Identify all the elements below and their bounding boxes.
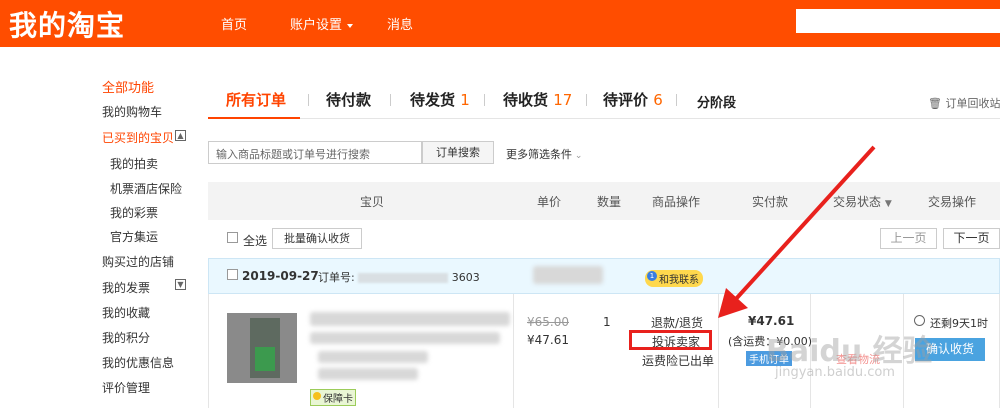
order-search-input[interactable]: 输入商品标题或订单号进行搜索 xyxy=(208,141,422,164)
contact-seller-button[interactable]: 和我联系 xyxy=(645,270,703,287)
quantity: 1 xyxy=(603,315,611,329)
col-item-op: 商品操作 xyxy=(652,195,701,209)
product-title-masked-2 xyxy=(310,332,500,344)
more-filters-toggle[interactable]: 更多筛选条件 ⌄ xyxy=(506,146,582,162)
sidebar-item-coupons[interactable]: 我的优惠信息 xyxy=(102,354,174,371)
batch-confirm-button[interactable]: 批量确认收货 xyxy=(272,228,362,249)
sidebar-item-lottery[interactable]: 我的彩票 xyxy=(110,204,158,221)
time-remaining: 还剩9天1时 xyxy=(930,317,988,330)
highlight-box xyxy=(629,330,712,350)
top-search-input[interactable] xyxy=(796,9,1000,33)
tab-to-receive-label: 待收货 xyxy=(503,91,549,109)
order-number-label: 订单号: xyxy=(318,271,355,284)
col-divider xyxy=(718,294,719,408)
order-number-masked xyxy=(358,273,449,283)
active-tab-underline xyxy=(208,117,300,119)
sidebar-item-favorites[interactable]: 我的收藏 xyxy=(102,304,150,321)
sidebar-all-functions[interactable]: 全部功能 xyxy=(102,77,154,96)
recycle-label: 订单回收站 xyxy=(945,97,1000,110)
chevron-down-icon: ⌄ xyxy=(572,151,583,161)
nav-home[interactable]: 首页 xyxy=(221,14,247,33)
nav-account-label: 账户设置 xyxy=(290,18,343,33)
shop-name-masked xyxy=(533,266,603,284)
recycle-bin-link[interactable]: 🗑 订单回收站 xyxy=(928,95,1000,111)
nav-account-settings[interactable]: 账户设置 xyxy=(290,14,354,33)
col-status-label: 交易状态 xyxy=(833,195,882,209)
sidebar-item-auction[interactable]: 我的拍卖 xyxy=(110,155,158,172)
tab-installment[interactable]: 分阶段 xyxy=(697,92,736,111)
prev-page-button[interactable]: 上一页 xyxy=(880,228,937,249)
sidebar-item-shipping[interactable]: 官方集运 xyxy=(110,228,158,245)
order-number: 订单号: 3603 xyxy=(318,269,480,285)
col-trade-op: 交易操作 xyxy=(928,195,977,209)
tab-divider xyxy=(308,94,309,106)
tab-divider xyxy=(676,94,677,106)
tab-divider xyxy=(484,94,485,106)
shipping-insurance-link[interactable]: 运费险已出单 xyxy=(642,352,714,369)
unit-price: ¥47.61 xyxy=(527,333,569,347)
col-paid: 实付款 xyxy=(752,195,789,209)
tab-to-review-label: 待评价 xyxy=(603,91,649,109)
tab-to-ship-label: 待发货 xyxy=(410,91,456,109)
trash-icon: 🗑 xyxy=(928,97,942,110)
order-number-tail: 3603 xyxy=(451,271,480,284)
refund-link[interactable]: 退款/退货 xyxy=(651,314,703,331)
expand-icon[interactable]: ▼ xyxy=(175,279,186,290)
col-status[interactable]: 交易状态 ▼ xyxy=(833,193,892,210)
tab-to-ship-count: 1 xyxy=(460,91,470,109)
tab-unpaid[interactable]: 待付款 xyxy=(326,89,371,110)
order-date: 2019-09-27 xyxy=(242,269,319,283)
product-spec-masked xyxy=(318,351,428,363)
sidebar-item-cart[interactable]: 我的购物车 xyxy=(102,103,162,120)
tab-to-ship[interactable]: 待发货 1 xyxy=(410,89,470,110)
clock-icon xyxy=(914,315,925,326)
sidebar-item-bought[interactable]: 已买到的宝贝 xyxy=(102,129,174,146)
tab-divider xyxy=(390,94,391,106)
order-search-button[interactable]: 订单搜索 xyxy=(422,141,494,164)
col-price: 单价 xyxy=(537,195,562,209)
col-divider xyxy=(513,294,514,408)
watermark-url: jingyan.baidu.com xyxy=(775,365,895,380)
original-price: ¥65.00 xyxy=(527,315,569,329)
tab-to-receive[interactable]: 待收货 17 xyxy=(503,89,572,110)
sidebar-item-travel[interactable]: 机票酒店保险 xyxy=(110,180,182,197)
select-all-label: 全选 xyxy=(243,234,268,248)
col-qty: 数量 xyxy=(597,195,622,209)
tab-to-review-count: 6 xyxy=(653,91,663,109)
sidebar-item-invoice[interactable]: 我的发票 xyxy=(102,279,150,296)
product-title-masked[interactable] xyxy=(310,312,510,326)
sidebar-item-reviews[interactable]: 评价管理 xyxy=(102,379,150,396)
sidebar-item-shops[interactable]: 购买过的店铺 xyxy=(102,253,174,270)
select-all-checkbox[interactable] xyxy=(227,232,238,243)
guarantee-badge[interactable]: 保障卡 xyxy=(310,389,356,406)
next-page-button[interactable]: 下一页 xyxy=(943,228,1000,249)
logo[interactable]: 我的淘宝 xyxy=(9,4,125,44)
sidebar-item-points[interactable]: 我的积分 xyxy=(102,329,150,346)
chevron-down-icon xyxy=(347,23,354,28)
nav-messages[interactable]: 消息 xyxy=(387,14,413,33)
order-checkbox[interactable] xyxy=(227,269,238,280)
product-thumbnail-detail xyxy=(255,347,275,371)
product-spec-masked-2 xyxy=(318,368,418,380)
col-item: 宝贝 xyxy=(360,195,385,209)
tab-to-receive-count: 17 xyxy=(553,91,573,109)
tab-all-orders[interactable]: 所有订单 xyxy=(226,89,286,110)
tab-baseline xyxy=(208,118,1000,119)
collapse-icon[interactable]: ▲ xyxy=(175,130,186,141)
tab-to-review[interactable]: 待评价 6 xyxy=(603,89,663,110)
tab-divider xyxy=(586,94,587,106)
caret-down-icon: ▼ xyxy=(884,199,892,209)
watermark: Baidu 经验 xyxy=(766,334,933,369)
more-filters-label: 更多筛选条件 xyxy=(506,148,572,161)
